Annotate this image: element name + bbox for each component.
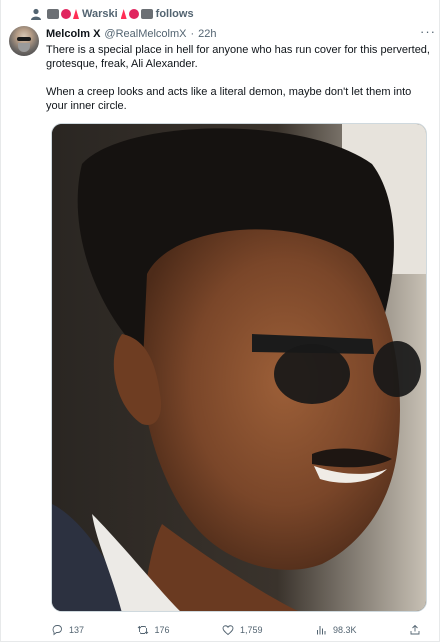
separator: · [190, 28, 195, 40]
avatar[interactable] [9, 26, 39, 56]
tweet-actions: 137 176 1,759 98.3K [51, 622, 421, 638]
like-button[interactable]: 1,759 [222, 624, 263, 636]
tower-emoji-icon [120, 9, 127, 19]
name-emoji-badges [47, 9, 79, 19]
share-button[interactable] [409, 624, 421, 636]
name-emoji-badges-2 [120, 9, 153, 19]
like-count: 1,759 [240, 625, 263, 635]
reply-icon [52, 625, 62, 636]
avatar-beard [18, 43, 30, 52]
reply-button[interactable]: 137 [51, 624, 84, 636]
user-handle[interactable]: @RealMelcolmX [104, 28, 186, 40]
flag-emoji-icon [47, 9, 59, 19]
views-button[interactable]: 98.3K [315, 624, 357, 636]
tweet-header: Melcolm X @RealMelcolmX · 22h [46, 27, 217, 41]
views-count: 98.3K [333, 625, 357, 635]
context-user-name[interactable]: Warski [82, 8, 118, 20]
repost-icon [137, 625, 148, 635]
heart-icon [222, 625, 234, 636]
display-name[interactable]: Melcolm X [46, 28, 100, 40]
tweet-text: There is a special place in hell for any… [46, 43, 431, 127]
context-suffix: follows [155, 8, 194, 20]
avatar-sunglasses [17, 37, 31, 41]
tweet-paragraph-1: There is a special place in hell for any… [46, 44, 430, 70]
more-options-icon[interactable]: ··· [420, 24, 436, 39]
photo-portrait [52, 124, 426, 611]
reply-count: 137 [69, 625, 85, 635]
tower-emoji-icon [73, 9, 79, 19]
timestamp[interactable]: 22h [198, 28, 216, 40]
tweet-card[interactable]: Warski follows Melcolm X @RealMelcolmX ·… [0, 0, 440, 642]
flag-emoji-icon [140, 9, 153, 19]
emoji-icon [61, 9, 71, 19]
share-icon [410, 624, 420, 635]
tweet-photo[interactable] [51, 123, 427, 612]
emoji-icon [128, 9, 139, 19]
social-context[interactable]: Warski follows [31, 7, 194, 21]
repost-count: 176 [154, 625, 170, 635]
analytics-icon [317, 626, 326, 635]
repost-button[interactable]: 176 [137, 624, 170, 636]
tweet-paragraph-2: When a creep looks and acts like a liter… [46, 86, 412, 112]
